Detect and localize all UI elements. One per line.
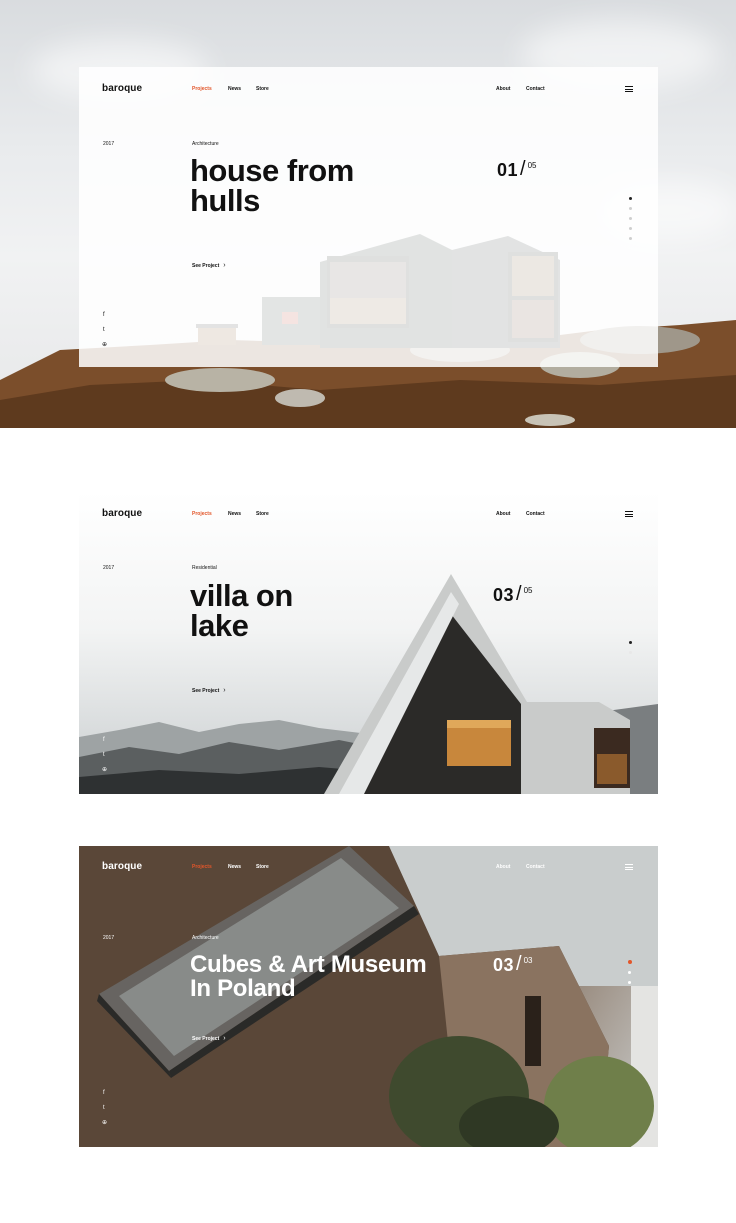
current-slide-number: 03 <box>493 585 515 605</box>
chevron-right-icon: › <box>223 1035 226 1042</box>
project-title-line-2: In Poland <box>190 974 296 1002</box>
current-slide-number: 03 <box>493 955 515 975</box>
counter-divider: / <box>516 953 522 975</box>
project-title-line-1: Cubes & Art Museum <box>190 951 427 978</box>
project-year: 2017 <box>103 935 115 941</box>
social-dribbble-icon[interactable]: ⊕ <box>102 1120 107 1126</box>
nav-about[interactable]: About <box>496 864 510 870</box>
project-category: Residential <box>192 565 217 571</box>
pagination-dot[interactable] <box>628 971 631 974</box>
pagination-dot[interactable] <box>629 207 632 210</box>
nav-projects[interactable]: Projects <box>192 86 212 92</box>
pagination-dot[interactable] <box>628 960 632 964</box>
see-project-label: See Project <box>192 1035 220 1042</box>
slide-pagination <box>628 960 632 991</box>
nav-contact[interactable]: Contact <box>526 511 545 517</box>
social-facebook-icon[interactable]: f <box>103 312 105 318</box>
slide-3: baroque Projects News Store About Contac… <box>79 846 658 1147</box>
pagination-dot[interactable] <box>628 981 631 984</box>
current-slide-number: 01 <box>497 160 519 180</box>
pagination-dot[interactable] <box>629 641 632 644</box>
hamburger-menu-icon[interactable] <box>625 86 633 92</box>
social-dribbble-icon[interactable]: ⊕ <box>102 767 107 773</box>
slide-counter: 03 / 05 <box>493 583 533 606</box>
project-category: Architecture <box>192 935 219 941</box>
slide-1-card <box>79 67 658 367</box>
pagination-dot[interactable] <box>629 217 632 220</box>
nav-store[interactable]: Store <box>256 511 269 517</box>
nav-store[interactable]: Store <box>256 86 269 92</box>
project-title: villa on lake <box>190 578 293 644</box>
pagination-dot[interactable] <box>629 237 632 240</box>
pagination-dot[interactable] <box>629 651 632 654</box>
slide-counter: 03 / 03 <box>493 953 533 976</box>
nav-contact[interactable]: Contact <box>526 86 545 92</box>
social-twitter-icon[interactable]: t <box>103 752 105 758</box>
hamburger-menu-icon[interactable] <box>625 864 633 870</box>
counter-divider: / <box>516 583 522 605</box>
pagination-dot[interactable] <box>629 227 632 230</box>
nav-news[interactable]: News <box>228 511 241 517</box>
project-category: Architecture <box>192 141 219 147</box>
chevron-right-icon: › <box>223 262 226 269</box>
nav-news[interactable]: News <box>228 864 241 870</box>
brand-logo[interactable]: baroque <box>102 861 142 872</box>
project-title-line-1: villa on <box>190 578 293 613</box>
brand-logo[interactable]: baroque <box>102 83 142 94</box>
see-project-label: See Project <box>192 262 220 269</box>
nav-projects[interactable]: Projects <box>192 511 212 517</box>
total-slides-number: 03 <box>523 956 533 965</box>
social-twitter-icon[interactable]: t <box>103 1105 105 1111</box>
project-title: house from hulls <box>190 153 354 219</box>
project-title: Cubes & Art Museum In Poland <box>190 951 427 1002</box>
total-slides-number: 05 <box>527 161 537 170</box>
pagination-dot[interactable] <box>629 197 632 200</box>
chevron-right-icon: › <box>223 687 226 694</box>
counter-divider: / <box>520 158 526 180</box>
see-project-link[interactable]: See Project › <box>192 1035 226 1042</box>
slide-pagination <box>629 197 633 247</box>
slide-counter: 01 / 05 <box>497 158 537 181</box>
project-year: 2017 <box>103 565 115 571</box>
brand-logo[interactable]: baroque <box>102 508 142 519</box>
nav-about[interactable]: About <box>496 86 510 92</box>
project-title-line-2: hulls <box>190 183 260 219</box>
slide-2: baroque Projects News Store About Contac… <box>79 492 658 794</box>
social-dribbble-icon[interactable]: ⊕ <box>102 342 107 348</box>
nav-news[interactable]: News <box>228 86 241 92</box>
nav-about[interactable]: About <box>496 511 510 517</box>
see-project-link[interactable]: See Project › <box>192 262 226 269</box>
project-title-line-1: house from <box>190 153 354 188</box>
project-title-line-2: lake <box>190 608 249 644</box>
villa-photo <box>79 574 658 794</box>
total-slides-number: 05 <box>523 586 533 595</box>
hamburger-menu-icon[interactable] <box>625 511 633 517</box>
social-twitter-icon[interactable]: t <box>103 327 105 333</box>
see-project-label: See Project <box>192 687 220 694</box>
project-year: 2017 <box>103 141 115 147</box>
nav-contact[interactable]: Contact <box>526 864 545 870</box>
slide-pagination <box>629 641 633 661</box>
see-project-link[interactable]: See Project › <box>192 687 226 694</box>
social-facebook-icon[interactable]: f <box>103 1090 105 1096</box>
social-facebook-icon[interactable]: f <box>103 737 105 743</box>
nav-store[interactable]: Store <box>256 864 269 870</box>
nav-projects[interactable]: Projects <box>192 864 212 870</box>
